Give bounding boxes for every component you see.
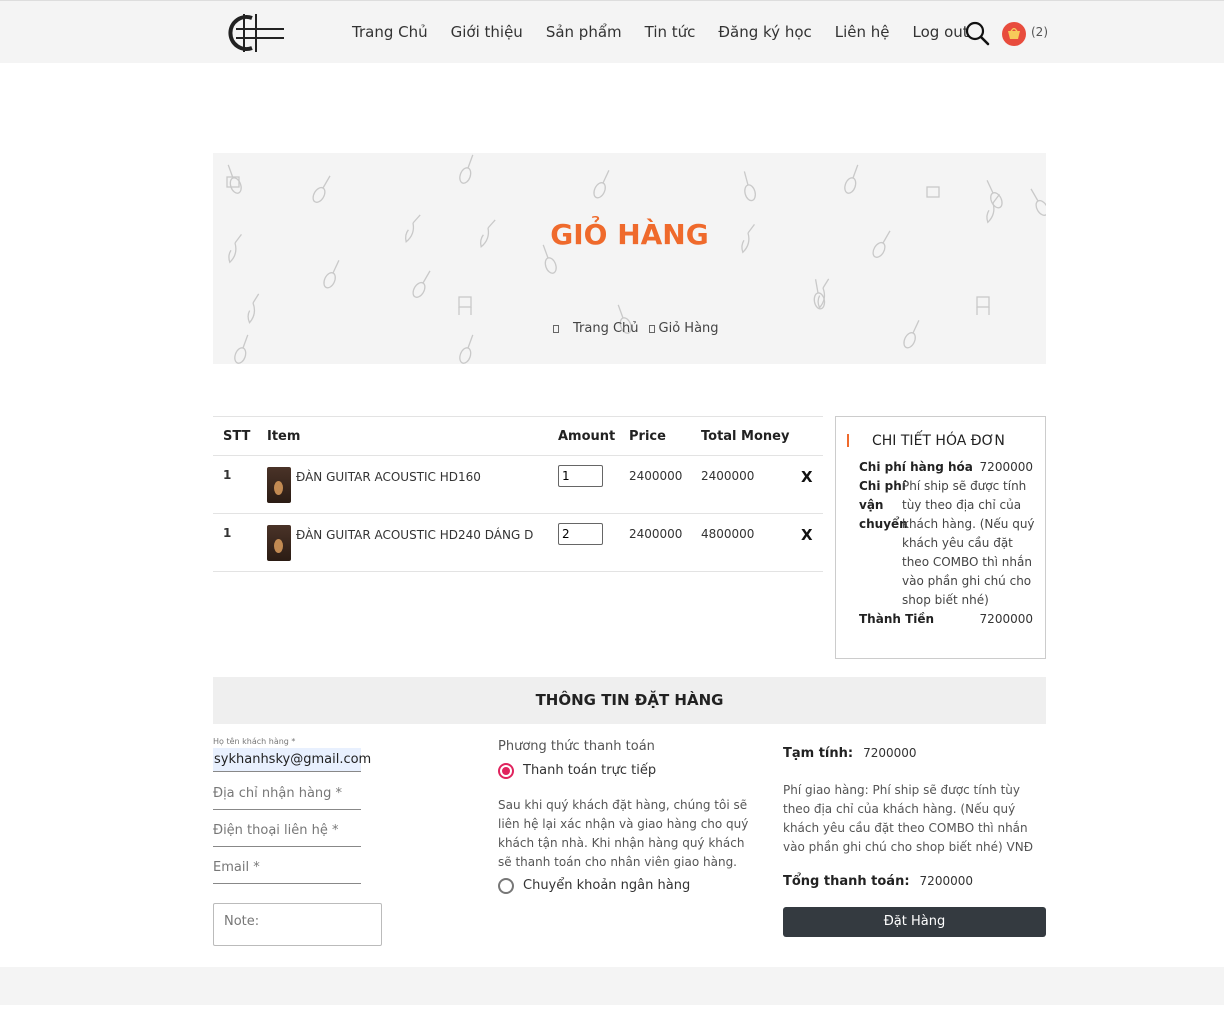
total-label: Thành Tiền xyxy=(859,612,935,626)
payment-method-title: Phương thức thanh toán xyxy=(498,739,655,754)
shipping-cost-note: Phí ship sẽ được tính tùy theo địa chỉ c… xyxy=(902,479,1035,607)
nav-news[interactable]: Tin tức xyxy=(645,23,696,41)
accent-bar xyxy=(847,434,849,447)
invoice-summary: CHI TIẾT HÓA ĐƠN Chi phí hàng hóa 720000… xyxy=(835,416,1046,659)
table-row: 1 ĐÀN GUITAR ACOUSTIC HD160 2400000 2400… xyxy=(213,456,823,514)
cart-table: STT Item Amount Price Total Money 1 ĐÀN … xyxy=(213,416,823,572)
footer xyxy=(0,967,1224,1005)
place-order-button[interactable]: Đặt Hàng xyxy=(783,907,1046,937)
email-field[interactable]: Email * xyxy=(213,858,361,884)
goods-cost-label: Chi phí hàng hóa xyxy=(859,460,973,474)
row-stt: 1 xyxy=(223,468,232,482)
product-name[interactable]: ĐÀN GUITAR ACOUSTIC HD160 xyxy=(296,470,481,484)
top-navbar: Trang Chủ Giới thiệu Sản phẩm Tin tức Đă… xyxy=(0,0,1224,63)
goods-cost-value: 7200000 xyxy=(979,460,1033,474)
product-thumbnail[interactable] xyxy=(267,525,291,561)
column-header-amount: Amount xyxy=(558,429,616,444)
payment-direct-description: Sau khi quý khách đặt hàng, chúng tôi sẽ… xyxy=(498,798,749,869)
column-header-price: Price xyxy=(629,429,666,444)
breadcrumb-separator-icon xyxy=(648,324,655,333)
order-info-heading: THÔNG TIN ĐẶT HÀNG xyxy=(213,677,1046,724)
page-banner: GIỎ HÀNG Trang Chủ Giỏ Hàng xyxy=(213,153,1046,364)
row-total: 4800000 xyxy=(701,527,755,541)
shipping-cost-label-line2: vận xyxy=(859,498,884,512)
grand-total-value: 7200000 xyxy=(919,874,973,888)
nav-about[interactable]: Giới thiệu xyxy=(451,23,523,41)
table-row: 1 ĐÀN GUITAR ACOUSTIC HD240 DÁNG D 24000… xyxy=(213,514,823,572)
breadcrumb-home-link[interactable]: Trang Chủ xyxy=(573,321,639,336)
subtotal-value: 7200000 xyxy=(863,746,917,760)
quantity-input[interactable] xyxy=(558,523,603,545)
table-header: STT Item Amount Price Total Money xyxy=(213,417,823,456)
phone-field[interactable]: Điện thoại liên hệ * xyxy=(213,821,361,847)
payment-bank-label[interactable]: Chuyển khoản ngân hàng xyxy=(523,878,690,893)
subtotal-row: Tạm tính: 7200000 xyxy=(783,746,917,761)
breadcrumb-current: Giỏ Hàng xyxy=(658,321,719,336)
grand-total-row: Tổng thanh toán: 7200000 xyxy=(783,874,973,889)
remove-item-button[interactable]: X xyxy=(801,526,813,544)
payment-direct-radio[interactable] xyxy=(498,763,514,779)
site-logo[interactable] xyxy=(222,12,288,54)
shipping-cost-label-line1: Chi phí xyxy=(859,479,906,493)
column-header-item: Item xyxy=(267,429,301,444)
customer-name-field[interactable]: sykhanhsky@gmail.com xyxy=(213,748,371,772)
shipping-fee-note: Phí giao hàng: Phí ship sẽ được tính tùy… xyxy=(783,783,1034,854)
payment-bank-radio[interactable] xyxy=(498,878,514,894)
payment-direct-label[interactable]: Thanh toán trực tiếp xyxy=(523,763,656,778)
cart-count-badge: (2) xyxy=(1031,25,1048,39)
row-total: 2400000 xyxy=(701,469,755,483)
breadcrumb: Trang Chủ Giỏ Hàng xyxy=(553,321,719,336)
shipping-cost-label-line3: chuyển xyxy=(859,517,908,531)
column-header-total: Total Money xyxy=(701,429,790,444)
nav-logout[interactable]: Log out xyxy=(913,23,969,41)
address-field[interactable]: Địa chỉ nhận hàng * xyxy=(213,784,361,810)
grand-total-label: Tổng thanh toán: xyxy=(783,874,910,889)
nav-contact[interactable]: Liên hệ xyxy=(835,23,890,41)
subtotal-label: Tạm tính: xyxy=(783,746,854,761)
page-title: GIỎ HÀNG xyxy=(550,218,709,251)
row-price: 2400000 xyxy=(629,527,683,541)
nav-products[interactable]: Sản phẩm xyxy=(546,23,622,41)
product-thumbnail[interactable] xyxy=(267,467,291,503)
nav-register[interactable]: Đăng ký học xyxy=(718,23,811,41)
row-stt: 1 xyxy=(223,526,232,540)
cart-icon[interactable] xyxy=(1002,22,1026,46)
name-field-label: Họ tên khách hàng * xyxy=(213,737,296,746)
quantity-input[interactable] xyxy=(558,465,603,487)
product-name[interactable]: ĐÀN GUITAR ACOUSTIC HD240 DÁNG D xyxy=(296,528,533,542)
main-nav: Trang Chủ Giới thiệu Sản phẩm Tin tức Đă… xyxy=(352,23,992,41)
remove-item-button[interactable]: X xyxy=(801,468,813,486)
note-field[interactable]: Note: xyxy=(213,903,382,946)
column-header-stt: STT xyxy=(223,429,251,444)
search-icon[interactable] xyxy=(964,20,990,46)
row-price: 2400000 xyxy=(629,469,683,483)
breadcrumb-separator-icon xyxy=(553,324,559,333)
invoice-title: CHI TIẾT HÓA ĐƠN xyxy=(872,433,1005,449)
nav-home[interactable]: Trang Chủ xyxy=(352,23,428,41)
total-value: 7200000 xyxy=(979,612,1033,626)
